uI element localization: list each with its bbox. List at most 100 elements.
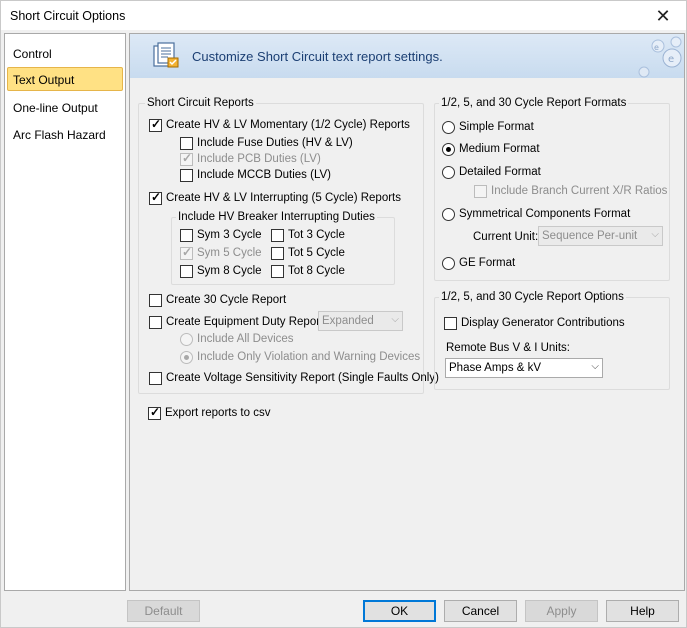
checkbox-label: Tot 5 Cycle (288, 247, 345, 259)
mccb-duties-checkbox[interactable]: Include MCCB Duties (LV) (180, 167, 331, 183)
tot8-checkbox[interactable]: Tot 8 Cycle (271, 263, 345, 279)
checkbox-box[interactable] (180, 228, 193, 242)
close-icon[interactable]: ✕ (648, 3, 678, 29)
checkbox-box[interactable] (271, 246, 284, 260)
checkbox-label: Export reports to csv (165, 407, 271, 419)
chevron-down-icon: ⌵ (591, 361, 599, 372)
checkbox-label: Include Fuse Duties (HV & LV) (197, 137, 353, 149)
help-button[interactable]: Help (606, 600, 679, 622)
sidebar-item-control[interactable]: Control (7, 41, 123, 65)
checkbox-box[interactable] (149, 190, 162, 205)
checkbox-box[interactable] (149, 371, 162, 385)
tot5-checkbox[interactable]: Tot 5 Cycle (271, 245, 345, 261)
svg-text:e: e (668, 54, 674, 65)
pcb-duties-checkbox: Include PCB Duties (LV) (180, 151, 321, 167)
checkbox-label: Tot 8 Cycle (288, 265, 345, 277)
checkbox-box[interactable] (271, 228, 284, 242)
select-value: Expanded (322, 315, 374, 327)
cancel-button[interactable]: Cancel (444, 600, 517, 622)
checkbox-label: Include Branch Current X/R Ratios (491, 185, 668, 197)
group-legend: Short Circuit Reports (145, 97, 256, 109)
checkbox-box[interactable] (180, 136, 193, 150)
interrupting-report-checkbox[interactable]: Create HV & LV Interrupting (5 Cycle) Re… (149, 190, 401, 206)
detailed-format-radio[interactable]: Detailed Format (442, 164, 541, 180)
medium-format-radio[interactable]: Medium Format (442, 141, 540, 157)
include-all-devices-radio: Include All Devices (180, 331, 294, 347)
ge-format-radio[interactable]: GE Format (442, 255, 515, 271)
export-csv-checkbox[interactable]: Export reports to csv (148, 405, 270, 421)
sidebar-item-one-line-output[interactable]: One-line Output (7, 95, 123, 119)
remote-bus-units-label: Remote Bus V & I Units: (446, 342, 570, 354)
radio-circle (180, 332, 193, 346)
svg-text:e: e (654, 43, 659, 52)
checkbox-box[interactable] (149, 293, 162, 307)
checkbox-label: Display Generator Contributions (461, 317, 625, 329)
radio-circle[interactable] (442, 256, 455, 270)
branch-xr-checkbox: Include Branch Current X/R Ratios (474, 183, 667, 199)
radio-circle[interactable] (442, 142, 455, 156)
radio-circle[interactable] (442, 165, 455, 179)
equipment-duty-checkbox[interactable]: Create Equipment Duty Report: (149, 314, 326, 330)
checkbox-box[interactable] (271, 264, 284, 278)
report-settings-icon (153, 42, 179, 68)
symmetrical-format-radio[interactable]: Symmetrical Components Format (442, 206, 630, 222)
window-title: Short Circuit Options (10, 9, 126, 23)
group-legend: 1/2, 5, and 30 Cycle Report Options (439, 291, 626, 303)
voltage-sensitivity-checkbox[interactable]: Create Voltage Sensitivity Report (Singl… (149, 370, 439, 386)
checkbox-box (474, 184, 487, 198)
radio-label: Include All Devices (197, 333, 294, 345)
radio-label: GE Format (459, 257, 516, 269)
title-bar: Short Circuit Options ✕ (0, 0, 687, 30)
sidebar-item-text-output[interactable]: Text Output (7, 67, 123, 91)
settings-panel: Customize Short Circuit text report sett… (129, 33, 685, 591)
decorative-bubbles-icon: e e (638, 36, 682, 78)
checkbox-box[interactable] (149, 117, 162, 132)
ok-button[interactable]: OK (363, 600, 436, 622)
radio-circle[interactable] (442, 207, 455, 221)
dialog-body: Control Text Output One-line Output Arc … (0, 30, 687, 628)
checkbox-box[interactable] (149, 315, 162, 329)
equipment-duty-select: Expanded ⌵ (318, 311, 403, 331)
momentary-report-checkbox[interactable]: Create HV & LV Momentary (1/2 Cycle) Rep… (149, 117, 410, 133)
checkbox-label: Sym 3 Cycle (197, 229, 262, 241)
sym5-checkbox: Sym 5 Cycle (180, 245, 262, 261)
30-cycle-report-checkbox[interactable]: Create 30 Cycle Report (149, 292, 286, 308)
sym8-checkbox[interactable]: Sym 8 Cycle (180, 263, 262, 279)
sym3-checkbox[interactable]: Sym 3 Cycle (180, 227, 262, 243)
checkbox-box[interactable] (444, 316, 457, 330)
checkbox-box[interactable] (180, 264, 193, 278)
radio-circle[interactable] (442, 120, 455, 134)
select-value: Sequence Per-unit (542, 230, 638, 242)
radio-label: Detailed Format (459, 166, 541, 178)
tot3-checkbox[interactable]: Tot 3 Cycle (271, 227, 345, 243)
remote-bus-units-select[interactable]: Phase Amps & kV ⌵ (445, 358, 603, 378)
group-legend: 1/2, 5, and 30 Cycle Report Formats (439, 97, 629, 109)
checkbox-box (180, 245, 193, 260)
sidebar-item-arc-flash-hazard[interactable]: Arc Flash Hazard (7, 122, 123, 146)
radio-label: Medium Format (459, 143, 540, 155)
checkbox-label: Tot 3 Cycle (288, 229, 345, 241)
checkbox-box[interactable] (148, 405, 161, 420)
group-legend: Include HV Breaker Interrupting Duties (176, 211, 377, 223)
apply-button: Apply (525, 600, 598, 622)
generator-contributions-checkbox[interactable]: Display Generator Contributions (444, 315, 625, 331)
banner-text: Customize Short Circuit text report sett… (192, 49, 443, 64)
checkbox-label: Create Voltage Sensitivity Report (Singl… (166, 372, 439, 384)
radio-circle (180, 350, 193, 364)
checkbox-box (180, 151, 193, 166)
radio-label: Symmetrical Components Format (459, 208, 631, 220)
checkbox-label: Create Equipment Duty Report: (166, 316, 327, 328)
category-list: Control Text Output One-line Output Arc … (4, 33, 126, 591)
radio-label: Include Only Violation and Warning Devic… (197, 351, 421, 363)
checkbox-label: Sym 8 Cycle (197, 265, 262, 277)
report-formats-group: 1/2, 5, and 30 Cycle Report Formats Simp… (434, 97, 670, 281)
default-button: Default (127, 600, 200, 622)
radio-label: Simple Format (459, 121, 534, 133)
fuse-duties-checkbox[interactable]: Include Fuse Duties (HV & LV) (180, 135, 353, 151)
simple-format-radio[interactable]: Simple Format (442, 119, 534, 135)
checkbox-box[interactable] (180, 168, 193, 182)
checkbox-label: Sym 5 Cycle (197, 247, 262, 259)
include-violation-devices-radio: Include Only Violation and Warning Devic… (180, 349, 420, 365)
chevron-down-icon: ⌵ (651, 229, 659, 240)
report-options-group: 1/2, 5, and 30 Cycle Report Options Disp… (434, 291, 670, 390)
